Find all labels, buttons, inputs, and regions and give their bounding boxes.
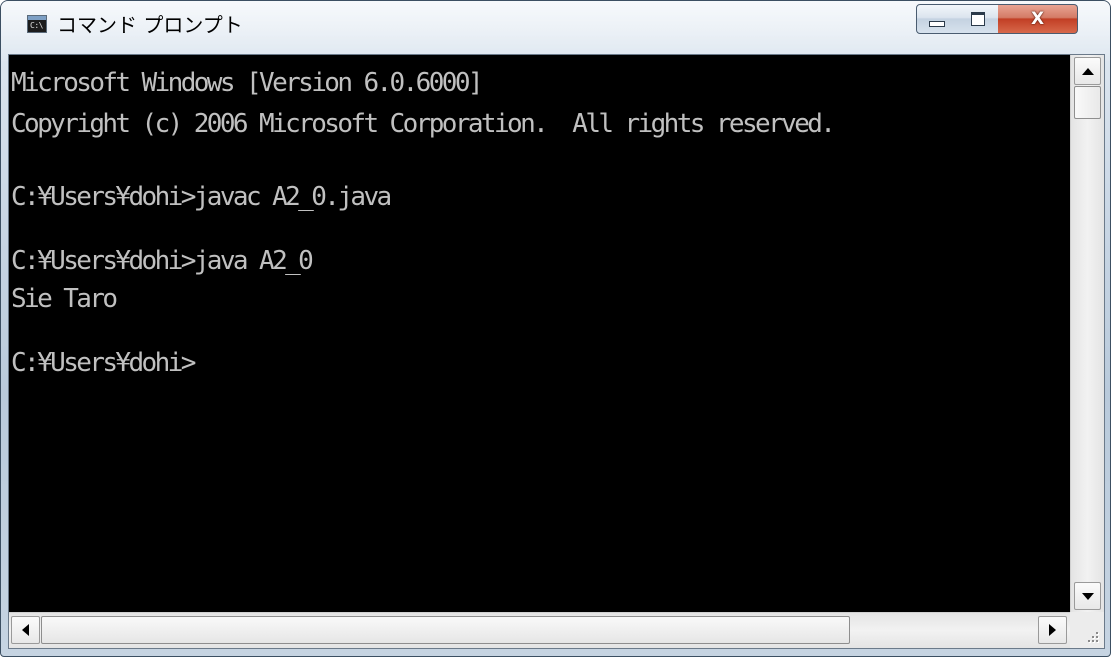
maximize-icon [970,12,985,26]
arrow-right-icon [1049,624,1056,636]
console-line: Copyright (c) 2006 Microsoft Corporation… [11,109,836,139]
console-line: C:¥Users¥dohi>java A2_0 [11,246,314,276]
console-line: C:¥Users¥dohi> [11,348,196,378]
minimize-icon [929,21,945,27]
command-prompt-window: C:\ コマンド プロンプト X Microsoft Windows [Vers… [0,0,1111,657]
maximize-button[interactable] [957,4,999,34]
console-area: Microsoft Windows [Version 6.0.6000] Cop… [8,54,1105,649]
title-bar[interactable]: C:\ コマンド プロンプト X [1,1,1110,49]
close-button[interactable]: X [998,4,1078,34]
arrow-left-icon [22,624,29,636]
scroll-left-button[interactable] [11,616,40,644]
scroll-down-button[interactable] [1074,582,1101,610]
console-output[interactable]: Microsoft Windows [Version 6.0.6000] Cop… [9,55,1070,612]
vertical-scroll-thumb[interactable] [1074,86,1101,119]
minimize-button[interactable] [916,4,958,34]
horizontal-scrollbar[interactable] [9,612,1070,648]
console-line: C:¥Users¥dohi>javac A2_0.java [11,182,392,212]
horizontal-scroll-thumb[interactable] [41,616,850,644]
scroll-up-button[interactable] [1074,57,1101,85]
resize-grip-icon[interactable] [1070,612,1104,648]
scroll-right-button[interactable] [1038,616,1067,644]
console-line: Sie Taro [11,284,118,314]
window-title: コマンド プロンプト [57,13,243,37]
vertical-scrollbar[interactable] [1070,55,1104,612]
arrow-down-icon [1081,592,1094,600]
console-line: Microsoft Windows [Version 6.0.6000] [11,68,484,98]
console-app-icon[interactable]: C:\ [27,15,47,33]
close-icon: X [1030,9,1045,29]
arrow-up-icon [1081,67,1094,75]
